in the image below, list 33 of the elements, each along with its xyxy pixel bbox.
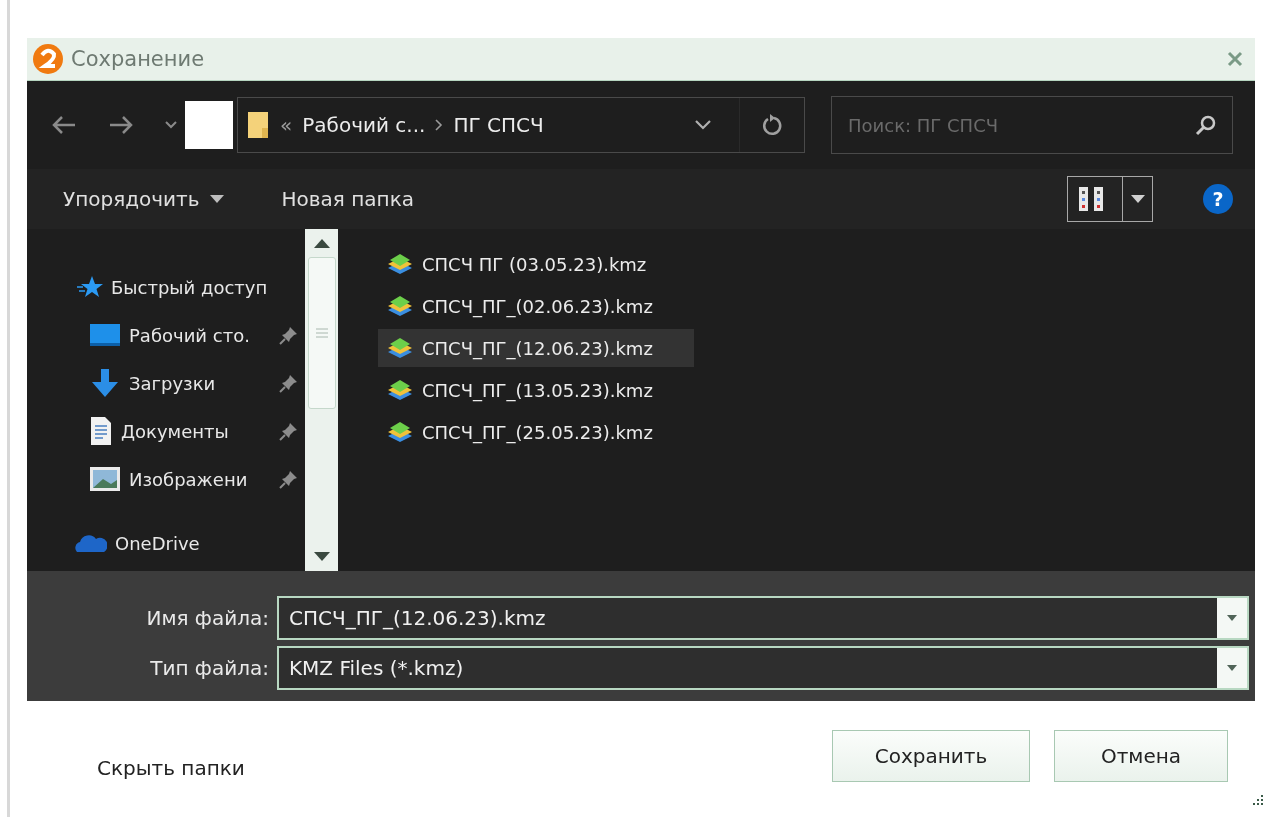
breadcrumb-item[interactable]: ПГ СПСЧ [453, 113, 544, 137]
file-item[interactable]: СПСЧ_ПГ_(02.06.23).kmz [378, 287, 694, 325]
sidebar-item[interactable]: Документы [27, 407, 305, 455]
address-bar[interactable]: « Рабочий с... ПГ СПСЧ [237, 97, 805, 153]
new-folder-button[interactable]: Новая папка [269, 187, 426, 211]
sidebar-item[interactable]: OneDrive [27, 519, 305, 567]
sidebar-label: Рабочий сто. [129, 324, 251, 346]
sidebar-label: Документы [121, 420, 230, 442]
field-label: Тип файла: [149, 656, 269, 680]
sidebar-label: Загрузки [129, 372, 217, 394]
sidebar-item[interactable]: Быстрый доступ [27, 263, 305, 311]
combo-field[interactable]: KMZ Files (*.kmz) [277, 646, 1249, 690]
dialog-button[interactable]: Отмена [1054, 730, 1228, 782]
organize-menu-button[interactable]: Упорядочить [51, 187, 236, 211]
combo-field[interactable]: СПСЧ_ПГ_(12.06.23).kmz [277, 596, 1249, 640]
file-item[interactable]: СПСЧ_ПГ_(25.05.23).kmz [378, 413, 694, 451]
file-item[interactable]: СПСЧ_ПГ_(13.05.23).kmz [378, 371, 694, 409]
overflow-chevron[interactable]: « [280, 113, 293, 137]
sidebar-item[interactable]: Изображени [27, 455, 305, 503]
search-field[interactable]: Поиск: ПГ СПСЧ [831, 96, 1233, 154]
help-button[interactable]: ? [1203, 184, 1233, 214]
sidebar-item[interactable]: Загрузки [27, 359, 305, 407]
sidebar-label: Быстрый доступ [111, 276, 269, 298]
breadcrumb-item[interactable]: Рабочий с... [302, 113, 426, 137]
sidebar-item[interactable]: Рабочий сто. [27, 311, 305, 359]
window-title: Сохранение [71, 47, 206, 71]
file-item[interactable]: СПСЧ_ПГ_(12.06.23).kmz [378, 329, 694, 367]
sidebar-label: OneDrive [115, 532, 201, 554]
sidebar-label: Изображени [129, 468, 249, 490]
dialog-button[interactable]: Сохранить [832, 730, 1030, 782]
hide-folders-link[interactable]: Скрыть папки [97, 756, 245, 780]
field-label: Имя файла: [145, 606, 269, 630]
file-item[interactable]: СПСЧ ПГ (03.05.23).kmz [378, 245, 694, 283]
